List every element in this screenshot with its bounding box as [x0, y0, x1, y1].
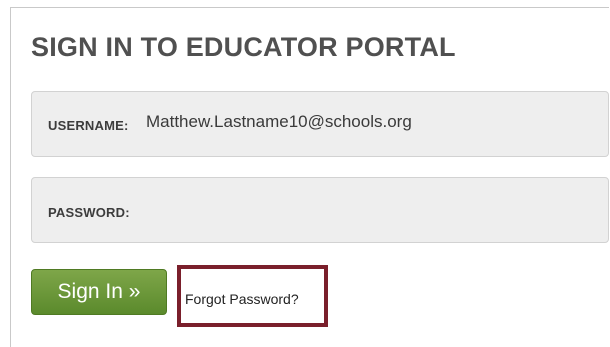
login-panel: SIGN IN TO EDUCATOR PORTAL USERNAME: Mat… — [10, 7, 609, 347]
sign-in-button[interactable]: Sign In » — [31, 269, 167, 315]
forgot-password-highlight: Forgot Password? — [177, 265, 328, 327]
password-label: PASSWORD: — [48, 205, 130, 220]
forgot-password-link[interactable]: Forgot Password? — [185, 291, 299, 307]
username-label: USERNAME: — [48, 118, 129, 133]
username-field[interactable]: USERNAME: Matthew.Lastname10@schools.org — [31, 91, 609, 157]
username-value[interactable]: Matthew.Lastname10@schools.org — [146, 112, 412, 132]
password-field[interactable]: PASSWORD: — [31, 177, 609, 243]
page-title: SIGN IN TO EDUCATOR PORTAL — [31, 32, 456, 62]
